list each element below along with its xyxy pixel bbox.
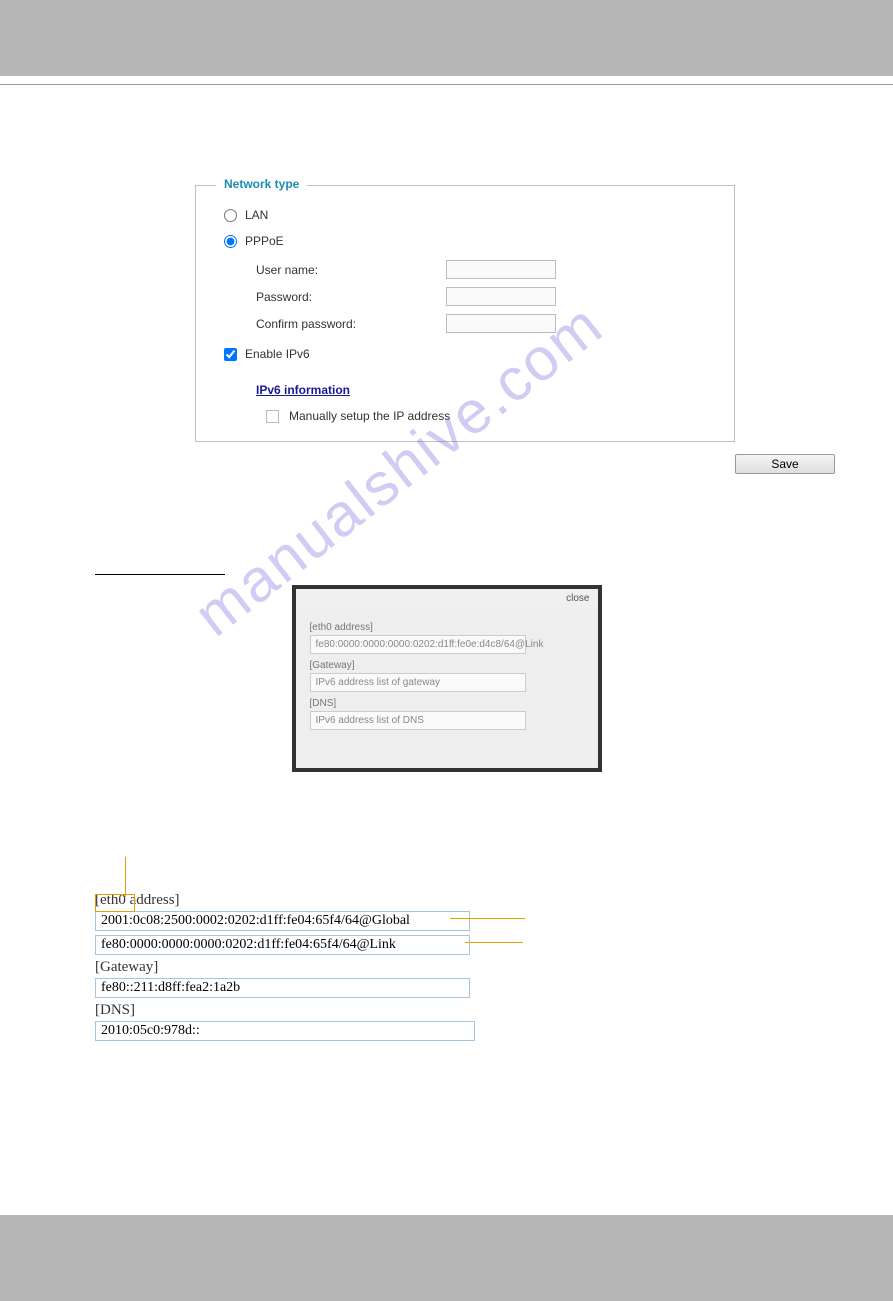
popup-eth0-value: fe80:0000:0000:0000:0202:d1ff:fe0e:d4c8/…	[310, 635, 526, 654]
network-type-fieldset: Network type LAN PPPoE User name: Passwo…	[195, 185, 735, 442]
detail-gateway-value[interactable]	[95, 978, 470, 998]
confirm-password-input[interactable]	[446, 314, 556, 333]
pppoe-label: PPPoE	[245, 234, 284, 248]
header-band	[0, 0, 893, 76]
detail-addr-link[interactable]	[95, 935, 470, 955]
pppoe-radio[interactable]	[224, 235, 237, 248]
pppoe-radio-row[interactable]: PPPoE	[224, 234, 714, 248]
save-button[interactable]: Save	[735, 454, 835, 474]
manual-setup-row[interactable]: Manually setup the IP address	[266, 409, 714, 423]
fieldset-legend: Network type	[216, 177, 307, 191]
ipv6-info-link[interactable]: IPv6 information	[256, 383, 714, 397]
lan-radio-row[interactable]: LAN	[224, 208, 714, 222]
callout-line-1	[450, 918, 525, 919]
enable-ipv6-label: Enable IPv6	[245, 347, 310, 361]
detail-addr-global[interactable]	[95, 911, 470, 931]
confirm-password-label: Confirm password:	[256, 317, 446, 331]
footer-band	[0, 1215, 893, 1301]
detail-gateway-label: [Gateway]	[95, 959, 798, 976]
popup-dns-label: [DNS]	[310, 698, 584, 709]
password-input[interactable]	[446, 287, 556, 306]
popup-gateway-label: [Gateway]	[310, 660, 584, 671]
ipv6-info-popup: close [eth0 address] fe80:0000:0000:0000…	[292, 585, 602, 772]
username-label: User name:	[256, 263, 446, 277]
section-underline	[95, 574, 225, 575]
popup-dns-value: IPv6 address list of DNS	[310, 711, 526, 730]
detail-dns-value[interactable]	[95, 1021, 475, 1041]
enable-ipv6-row[interactable]: Enable IPv6	[224, 347, 714, 361]
manual-setup-label: Manually setup the IP address	[289, 409, 450, 423]
enable-ipv6-checkbox[interactable]	[224, 348, 237, 361]
detail-dns-label: [DNS]	[95, 1002, 798, 1019]
callout-line-2	[465, 942, 523, 943]
username-row: User name:	[256, 260, 714, 279]
confirm-password-row: Confirm password:	[256, 314, 714, 333]
lan-radio[interactable]	[224, 209, 237, 222]
callout-vertical-line	[125, 857, 126, 897]
password-row: Password:	[256, 287, 714, 306]
save-row: Save	[195, 454, 835, 474]
popup-close[interactable]: close	[296, 589, 598, 608]
username-input[interactable]	[446, 260, 556, 279]
ipv6-detail-block: [eth0 address] [Gateway] [DNS]	[95, 892, 798, 1041]
password-label: Password:	[256, 290, 446, 304]
popup-eth0-label: [eth0 address]	[310, 622, 584, 633]
manual-setup-checkbox[interactable]	[266, 410, 279, 423]
detail-eth0-label: [eth0 address]	[95, 892, 798, 909]
popup-gateway-value: IPv6 address list of gateway	[310, 673, 526, 692]
lan-label: LAN	[245, 208, 268, 222]
